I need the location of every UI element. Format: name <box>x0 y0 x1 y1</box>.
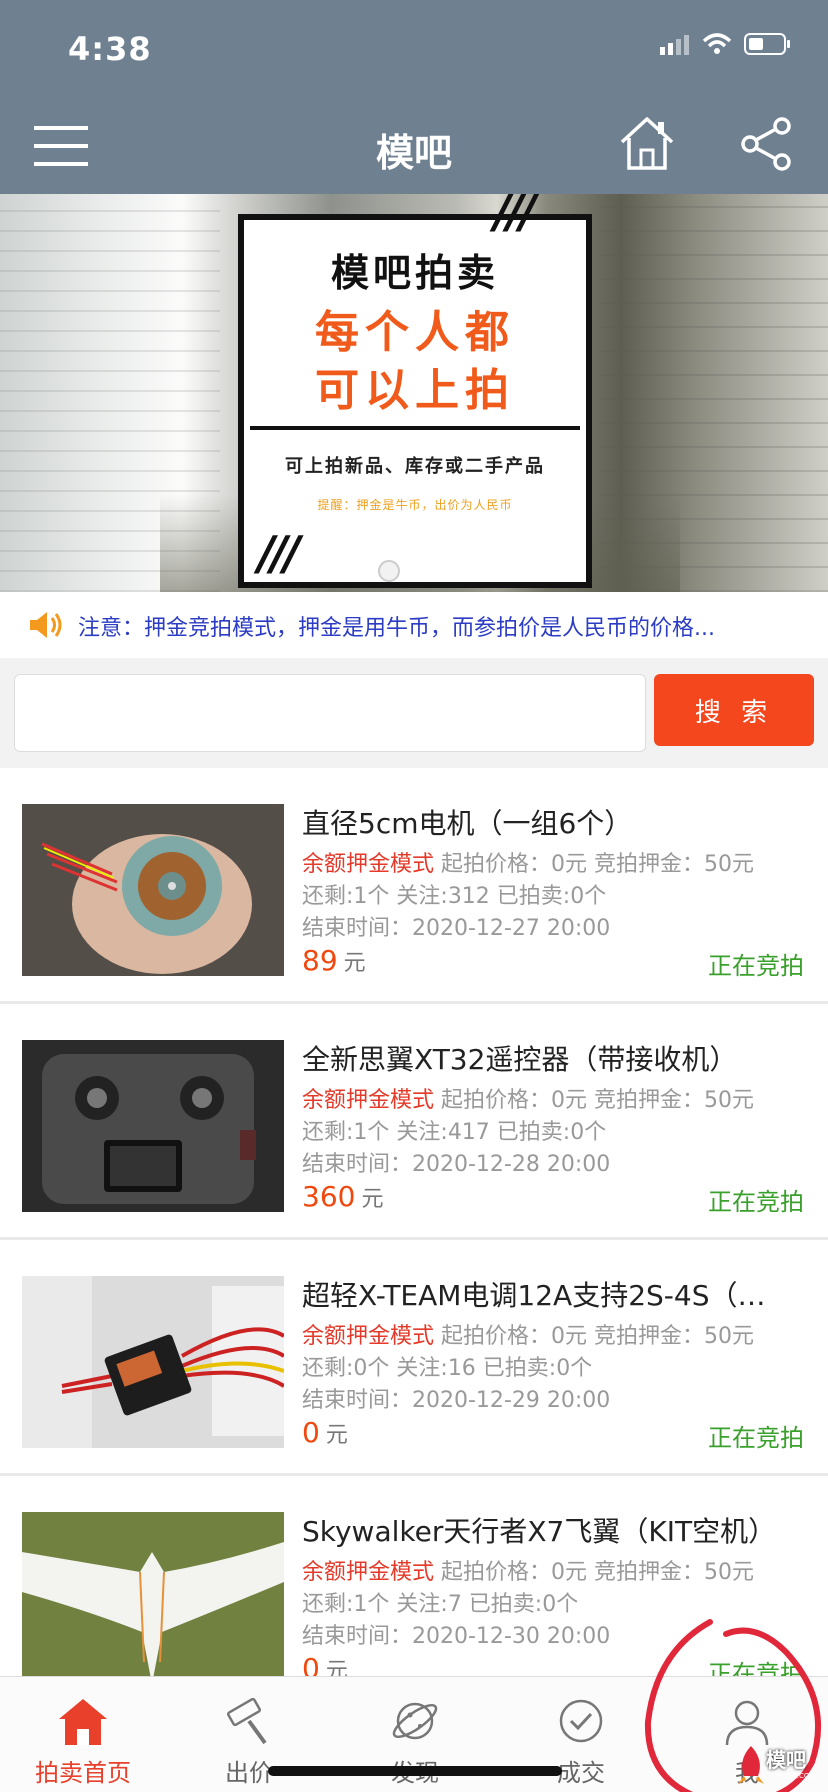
poster-divider <box>250 426 580 430</box>
banner-page-indicator[interactable] <box>378 560 400 582</box>
auction-list: 直径5cm电机（一组6个） 余额押金模式 起拍价格：0元 竞拍押金：50元 还剩… <box>0 768 828 1676</box>
list-item[interactable]: 直径5cm电机（一组6个） 余额押金模式 起拍价格：0元 竞拍押金：50元 还剩… <box>0 768 828 1004</box>
check-circle-icon <box>559 1699 603 1743</box>
notice-bar[interactable]: 注意：押金竞拍模式，押金是用牛币，而参拍价是人民币的价格... <box>0 592 828 658</box>
list-item[interactable]: Skywalker天行者X7飞翼（KIT空机） 余额押金模式 起拍价格：0元 竞… <box>0 1476 828 1676</box>
notice-text: 注意：押金竞拍模式，押金是用牛币，而参拍价是人民币的价格... <box>78 616 715 641</box>
home-indicator[interactable] <box>268 1766 562 1776</box>
item-price: 0元 <box>302 1416 348 1449</box>
item-deposit: 竞拍押金：50元 <box>594 1560 755 1585</box>
speaker-icon <box>30 612 62 638</box>
battery-icon <box>744 33 790 55</box>
watermark-logo: 模吧 MOZ8.COM <box>736 1738 828 1792</box>
item-title: 直径5cm电机（一组6个） <box>302 807 633 840</box>
item-title: 超轻X-TEAM电调12A支持2S-4S（… <box>302 1279 766 1312</box>
item-mode: 余额押金模式 <box>302 1324 435 1349</box>
item-end-time: 结束时间：2020-12-28 20:00 <box>302 1152 611 1177</box>
item-stats: 还剩:1个 关注:7 已拍卖:0个 <box>302 1592 579 1617</box>
home-icon <box>59 1699 107 1745</box>
item-mode: 余额押金模式 <box>302 1560 435 1585</box>
item-start-price: 起拍价格：0元 <box>441 1324 588 1349</box>
hammer-icon <box>226 1697 267 1745</box>
item-price-value: 0 <box>302 1416 320 1449</box>
item-status: 正在竞拍 <box>708 952 804 980</box>
watermark-sub: MOZ8.COM <box>776 1772 816 1780</box>
item-deposit: 竞拍押金：50元 <box>594 852 755 877</box>
item-thumbnail <box>22 1276 284 1448</box>
search-area: 搜 索 <box>0 658 828 768</box>
item-thumbnail <box>22 1512 284 1676</box>
item-price-unit: 元 <box>361 1187 384 1212</box>
item-thumbnail <box>22 804 284 976</box>
rocket-logo-icon <box>738 1746 764 1784</box>
item-title: 全新思翼XT32遥控器（带接收机） <box>302 1043 738 1076</box>
poster-subtitle: 可上拍新品、库存或二手产品 <box>285 456 545 477</box>
app-screen: { "status_bar": {"time": "4:38"}, "nav":… <box>0 0 828 1792</box>
item-start-price: 起拍价格：0元 <box>441 1088 588 1113</box>
item-status: 正在竞拍 <box>708 1424 804 1452</box>
item-price-value: 0 <box>302 1652 320 1676</box>
tab-label: 拍卖首页 <box>35 1759 131 1787</box>
poster-line-2: 可以上拍 <box>315 365 515 416</box>
item-price: 89 元 <box>302 944 366 977</box>
item-start-price: 起拍价格：0元 <box>441 1560 588 1585</box>
item-price-value: 360 <box>302 1180 356 1213</box>
item-end-time: 结束时间：2020-12-30 20:00 <box>302 1624 611 1649</box>
list-item[interactable]: 超轻X-TEAM电调12A支持2S-4S（… 余额押金模式 起拍价格：0元 竞拍… <box>0 1240 828 1476</box>
item-end-time: 结束时间：2020-12-29 20:00 <box>302 1388 611 1413</box>
poster-line-1: 每个人都 <box>315 307 515 358</box>
item-thumbnail <box>22 1040 284 1212</box>
esc-image <box>22 1276 284 1448</box>
poster-headline: 模吧拍卖 <box>330 251 499 295</box>
wifi-icon <box>702 33 732 54</box>
banner-poster: /// 模吧拍卖 每个人都 可以上拍 可上拍新品、库存或二手产品 提醒：押金是牛… <box>238 194 592 588</box>
list-item[interactable]: 全新思翼XT32遥控器（带接收机） 余额押金模式 起拍价格：0元 竞拍押金：50… <box>0 1004 828 1240</box>
item-stats: 还剩:0个 关注:16 已拍卖:0个 <box>302 1356 593 1381</box>
item-terms: 余额押金模式 起拍价格：0元 竞拍押金：50元 <box>302 1082 754 1114</box>
search-button[interactable]: 搜 索 <box>654 674 814 746</box>
item-deposit: 竞拍押金：50元 <box>594 1324 755 1349</box>
tab-auction-home[interactable]: 拍卖首页 <box>0 1677 166 1792</box>
item-price-unit: 元 <box>343 951 366 976</box>
item-price: 0元 <box>302 1652 348 1676</box>
poster-slash-bottom: /// <box>258 526 300 580</box>
search-input[interactable] <box>14 674 646 752</box>
item-end-time: 结束时间：2020-12-27 20:00 <box>302 916 611 941</box>
item-terms: 余额押金模式 起拍价格：0元 竞拍押金：50元 <box>302 1318 754 1350</box>
item-price-unit: 元 <box>325 1423 348 1448</box>
item-status: 正在竞拍 <box>708 1188 804 1216</box>
item-mode: 余额押金模式 <box>302 1088 435 1113</box>
planet-icon <box>392 1702 438 1740</box>
poster-note: 提醒：押金是牛币，出价为人民币 <box>317 498 513 512</box>
item-terms: 余额押金模式 起拍价格：0元 竞拍押金：50元 <box>302 1554 754 1586</box>
item-mode: 余额押金模式 <box>302 852 435 877</box>
status-time: 4:38 <box>68 30 152 68</box>
item-terms: 余额押金模式 起拍价格：0元 竞拍押金：50元 <box>302 846 754 878</box>
status-bar: 4:38 <box>0 0 828 96</box>
item-price-unit: 元 <box>325 1659 348 1676</box>
watermark-text: 模吧 <box>766 1748 806 1772</box>
item-start-price: 起拍价格：0元 <box>441 852 588 877</box>
item-stats: 还剩:1个 关注:417 已拍卖:0个 <box>302 1120 607 1145</box>
item-price-value: 89 <box>302 944 338 977</box>
share-icon[interactable] <box>740 116 792 172</box>
item-price: 360 元 <box>302 1180 383 1213</box>
item-stats: 还剩:1个 关注:312 已拍卖:0个 <box>302 884 607 909</box>
promo-banner[interactable]: /// 模吧拍卖 每个人都 可以上拍 可上拍新品、库存或二手产品 提醒：押金是牛… <box>0 194 828 592</box>
item-title: Skywalker天行者X7飞翼（KIT空机） <box>302 1515 777 1548</box>
nav-bar: 模吧 <box>0 96 828 194</box>
status-icons <box>660 32 792 56</box>
item-status: 正在竞拍 <box>708 1660 804 1676</box>
item-deposit: 竞拍押金：50元 <box>594 1088 755 1113</box>
signal-icon <box>660 35 689 55</box>
flying-wing-image <box>22 1512 284 1676</box>
page-title: 模吧 <box>375 131 452 175</box>
poster-slash-top: /// <box>494 194 536 238</box>
motor-image <box>22 804 284 976</box>
remote-controller-image <box>22 1040 284 1212</box>
home-icon[interactable] <box>618 114 676 172</box>
